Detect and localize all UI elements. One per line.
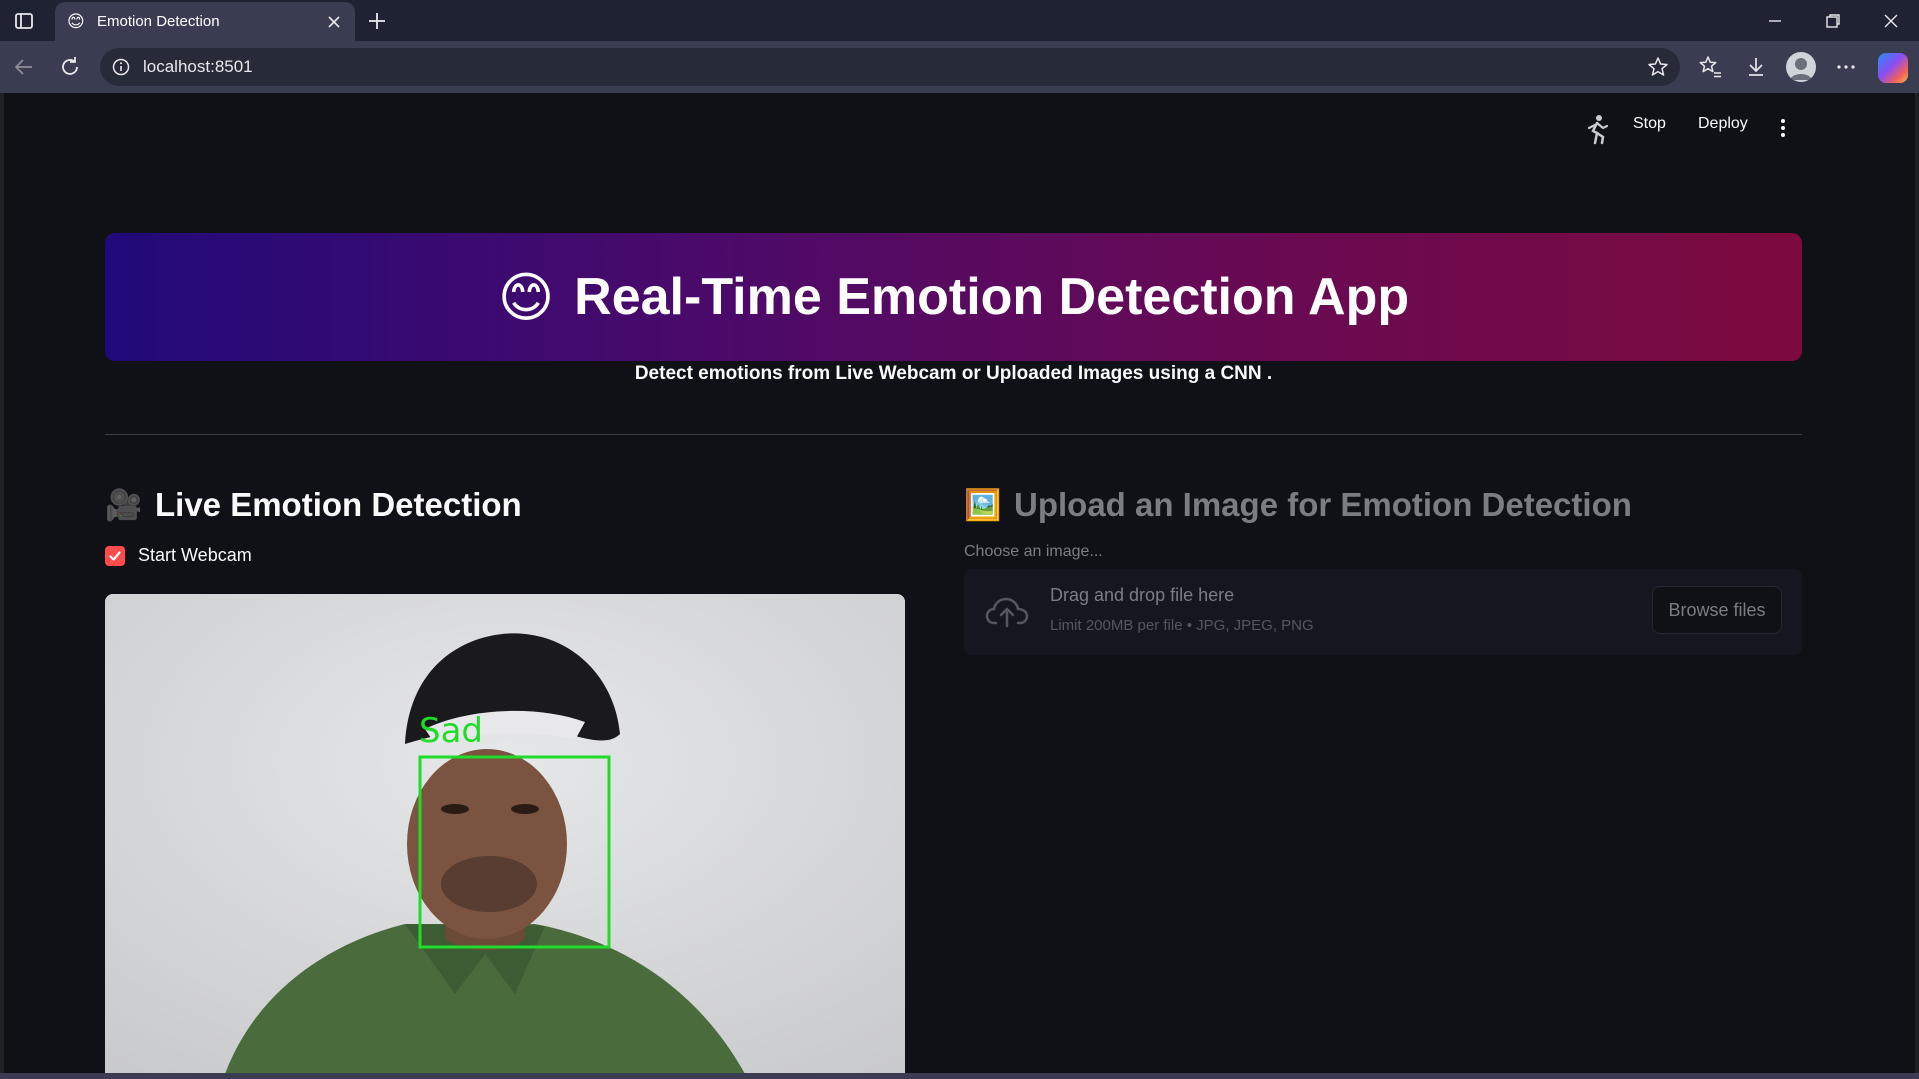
- divider: [105, 434, 1802, 435]
- emotion-label: Sad: [419, 711, 483, 751]
- running-man-icon: [1587, 115, 1609, 145]
- site-info-icon[interactable]: [111, 57, 131, 77]
- back-icon[interactable]: [11, 54, 37, 80]
- start-webcam-checkbox[interactable]: Start Webcam: [105, 545, 252, 566]
- reload-icon[interactable]: [57, 54, 83, 80]
- app-header: Stop Deploy: [1515, 93, 1915, 163]
- smiling-face-icon: 😊: [497, 267, 555, 328]
- checkbox-label: Start Webcam: [138, 545, 252, 565]
- tab-close-icon[interactable]: [323, 11, 345, 33]
- live-section-heading: 🎥 Live Emotion Detection: [105, 483, 905, 527]
- check-icon: [109, 550, 121, 561]
- sidebar-toggle-icon[interactable]: [12, 9, 36, 33]
- webcam-video-feed: Sad: [105, 594, 905, 1073]
- restore-icon[interactable]: [1820, 8, 1846, 34]
- checkbox-checked[interactable]: [105, 545, 125, 566]
- browser-tab[interactable]: 😊 Emotion Detection: [55, 2, 355, 41]
- stop-button[interactable]: Stop: [1633, 115, 1666, 133]
- live-section-title: Live Emotion Detection: [155, 486, 522, 523]
- title-banner: 😊 Real-Time Emotion Detection App: [105, 233, 1802, 361]
- main-menu-icon[interactable]: [1775, 117, 1791, 139]
- close-window-icon[interactable]: [1878, 8, 1904, 34]
- browse-files-button[interactable]: Browse files: [1652, 586, 1782, 634]
- tab-title: Emotion Detection: [97, 13, 220, 30]
- window-bottom-border: [0, 1073, 1919, 1079]
- minimize-icon[interactable]: [1762, 8, 1788, 34]
- dropzone-subtitle: Limit 200MB per file • JPG, JPEG, PNG: [1050, 617, 1314, 634]
- url-text: localhost:8501: [143, 57, 253, 76]
- address-bar[interactable]: localhost:8501: [100, 48, 1680, 86]
- browser-toolbar: localhost:8501: [0, 41, 1919, 93]
- favorite-star-icon[interactable]: [1646, 55, 1670, 79]
- upload-section-heading: 🖼️ Upload an Image for Emotion Detection: [964, 483, 1802, 527]
- uploader-label: Choose an image...: [964, 543, 1103, 560]
- framed-picture-icon: 🖼️: [964, 488, 1002, 522]
- dropzone-title: Drag and drop file here: [1050, 585, 1235, 605]
- new-tab-icon[interactable]: [364, 8, 390, 34]
- upload-column: 🖼️ Upload an Image for Emotion Detection…: [964, 483, 1802, 655]
- app-page: Stop Deploy 😊 Real-Time Emotion Detectio…: [4, 93, 1915, 1073]
- page-subtitle: Detect emotions from Live Webcam or Uplo…: [634, 363, 1273, 384]
- webcam-frame: Sad: [105, 594, 905, 1073]
- tab-favicon-icon: 😊: [67, 11, 85, 31]
- copilot-icon[interactable]: [1878, 53, 1908, 83]
- page-title: Real-Time Emotion Detection App: [574, 268, 1410, 326]
- cloud-upload-icon: [985, 597, 1029, 628]
- file-dropzone[interactable]: Drag and drop file here Limit 200MB per …: [964, 569, 1802, 655]
- profile-avatar[interactable]: [1786, 52, 1816, 82]
- browser-tab-bar: 😊 Emotion Detection: [0, 0, 1919, 41]
- movie-camera-icon: 🎥: [105, 488, 143, 522]
- upload-section-title: Upload an Image for Emotion Detection: [1014, 486, 1632, 523]
- more-options-icon[interactable]: [1832, 53, 1860, 81]
- favorites-icon[interactable]: [1696, 53, 1724, 81]
- deploy-button[interactable]: Deploy: [1698, 115, 1748, 133]
- downloads-icon[interactable]: [1742, 53, 1770, 81]
- live-detection-column: 🎥 Live Emotion Detection Start Webcam Sa…: [105, 483, 905, 1073]
- profile-icon: [1790, 58, 1812, 80]
